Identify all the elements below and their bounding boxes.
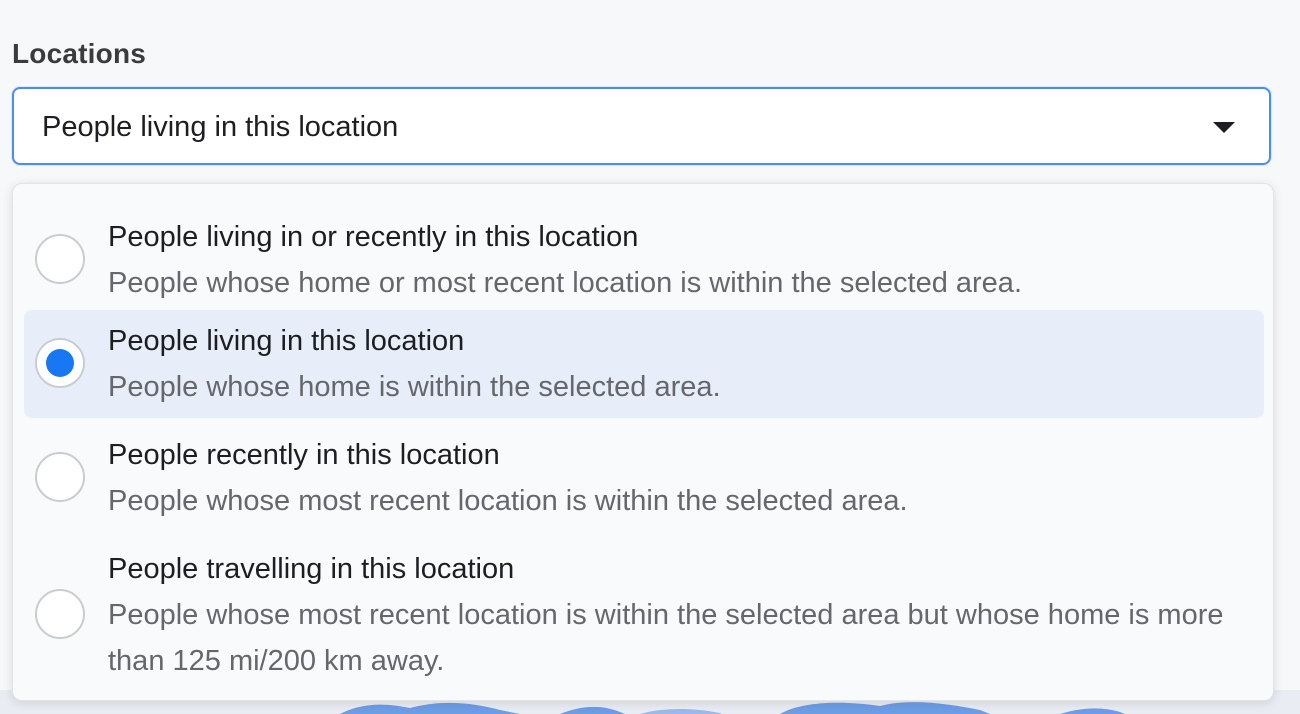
radio-dot-icon: [46, 349, 74, 377]
option-living-or-recently[interactable]: People living in or recently in this loc…: [24, 196, 1264, 304]
radio-unselected-icon[interactable]: [35, 452, 85, 502]
locations-label: Locations: [12, 38, 147, 69]
option-description: People whose home is within the selected…: [108, 371, 721, 403]
option-description: People whose most recent location is wit…: [108, 485, 908, 517]
radio-unselected-icon[interactable]: [35, 589, 85, 639]
radio-unselected-icon[interactable]: [35, 234, 85, 284]
option-travelling[interactable]: People travelling in this location Peopl…: [24, 538, 1264, 690]
option-living[interactable]: People living in this location People wh…: [24, 310, 1264, 418]
option-title: People recently in this location: [108, 439, 500, 471]
option-title: People living in or recently in this loc…: [108, 221, 639, 253]
option-title: People living in this location: [108, 325, 465, 357]
option-description: People whose most recent location is wit…: [108, 599, 1224, 677]
option-title: People travelling in this location: [108, 553, 515, 585]
locations-select[interactable]: People living in this location: [12, 87, 1271, 165]
radio-selected-icon[interactable]: [35, 338, 85, 388]
option-recently[interactable]: People recently in this location People …: [24, 424, 1264, 532]
locations-select-value: People living in this location: [42, 111, 399, 143]
caret-down-icon: [1213, 122, 1235, 133]
option-description: People whose home or most recent locatio…: [108, 267, 1022, 299]
locations-dropdown-menu: People living in or recently in this loc…: [12, 183, 1274, 701]
